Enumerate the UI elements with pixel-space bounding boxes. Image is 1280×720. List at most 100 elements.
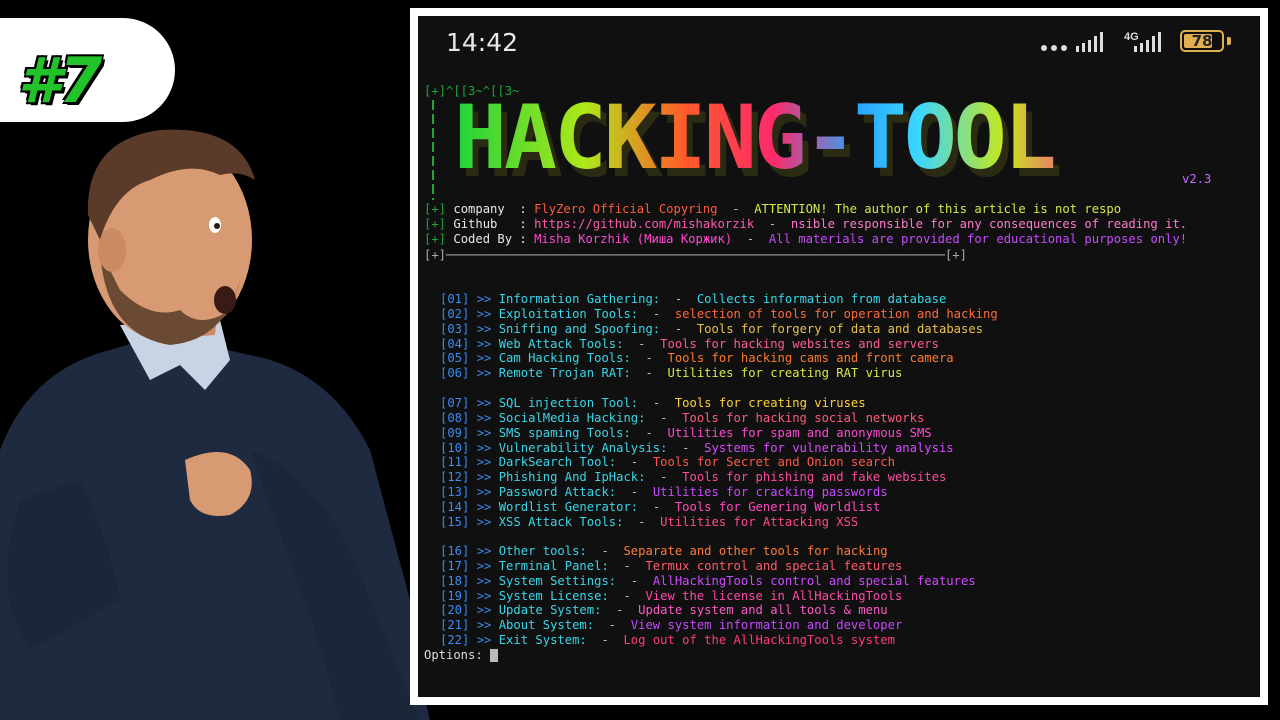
menu-separator: - (638, 396, 675, 410)
menu-description: Update system and all tools & menu (638, 603, 888, 618)
menu-item[interactable]: [13] >> Password Attack: - Utilities for… (440, 485, 888, 500)
menu-item[interactable]: [06] >> Remote Trojan RAT: - Utilities f… (440, 366, 902, 381)
info-line: [+] Github : https://github.com/mishakor… (424, 217, 1187, 232)
info-note: nsible responsible for any consequences … (790, 217, 1188, 231)
menu-arrow: >> (469, 558, 499, 573)
options-prompt[interactable]: Options: (424, 648, 499, 663)
info-key: company : (453, 202, 535, 216)
menu-item[interactable]: [07] >> SQL injection Tool: - Tools for … (440, 396, 866, 411)
banner-border (432, 100, 434, 200)
menu-item[interactable]: [20] >> Update System: - Update system a… (440, 603, 888, 618)
menu-label: Sniffing and Spoofing: (498, 321, 661, 336)
menu-separator: - (645, 470, 683, 485)
menu-item[interactable]: [03] >> Sniffing and Spoofing: - Tools f… (440, 322, 983, 337)
menu-arrow: >> (469, 514, 499, 529)
menu-label: Exploitation Tools: (498, 306, 639, 321)
menu-number: [09] (440, 425, 470, 440)
info-prefix: [+] (424, 202, 454, 216)
menu-description: Tools for Secret and Onion search (652, 455, 895, 470)
menu-description: View the license in AllHackingTools (645, 588, 903, 603)
menu-label: Other tools: (498, 544, 587, 558)
episode-badge: #7 (0, 18, 175, 122)
menu-separator: - (608, 558, 646, 573)
info-prefix: [+] (424, 217, 454, 231)
menu-number: [14] (440, 499, 470, 514)
menu-label: Password Attack: (498, 485, 617, 500)
menu-item[interactable]: [08] >> SocialMedia Hacking: - Tools for… (440, 411, 924, 426)
menu-separator: - (601, 603, 639, 618)
menu-number: [22] (440, 633, 470, 648)
menu-label: Exit System: (498, 633, 587, 648)
info-key: Coded By : (453, 232, 535, 246)
menu-arrow: >> (469, 336, 499, 351)
menu-number: [05] (440, 351, 470, 366)
network-type: 4G (1124, 31, 1139, 43)
menu-item[interactable]: [11] >> DarkSearch Tool: - Tools for Sec… (440, 455, 895, 470)
menu-item[interactable]: [15] >> XSS Attack Tools: - Utilities fo… (440, 515, 858, 530)
menu-item[interactable]: [21] >> About System: - View system info… (440, 618, 902, 633)
menu-number: [10] (440, 440, 470, 455)
menu-separator: - (608, 588, 646, 603)
menu-separator: - (630, 351, 668, 366)
menu-label: Remote Trojan RAT: (498, 366, 631, 381)
menu-separator: - (623, 514, 661, 529)
info-separator: - (754, 217, 791, 231)
surprised-man-illustration (0, 129, 430, 720)
menu-number: [16] (440, 544, 470, 558)
menu-label: Cam Hacking Tools: (498, 351, 631, 366)
menu-item[interactable]: [18] >> System Settings: - AllHackingToo… (440, 574, 976, 589)
menu-description: Collects information from database (696, 292, 947, 306)
info-key: Github : (453, 217, 535, 231)
menu-description: Tools for hacking cams and front camera (667, 351, 954, 366)
menu-label: Wordlist Generator: (498, 499, 639, 514)
menu-label: System Settings: (498, 573, 617, 588)
battery-level: 78 (1191, 32, 1213, 50)
menu-item[interactable]: [02] >> Exploitation Tools: - selection … (440, 307, 998, 322)
menu-arrow: >> (469, 470, 499, 485)
menu-number: [20] (440, 603, 470, 618)
menu-item[interactable]: [16] >> Other tools: - Separate and othe… (440, 544, 888, 559)
menu-number: [01] (440, 292, 470, 306)
menu-label: SMS spaming Tools: (498, 425, 631, 440)
menu-number: [03] (440, 321, 470, 336)
terminal-cursor[interactable] (490, 649, 499, 662)
menu-separator: - (586, 633, 624, 648)
menu-item[interactable]: [17] >> Terminal Panel: - Termux control… (440, 559, 902, 574)
menu-item[interactable]: [14] >> Wordlist Generator: - Tools for … (440, 500, 880, 515)
episode-number: #7 (18, 44, 102, 117)
menu-number: [11] (440, 455, 470, 470)
menu-separator: - (616, 455, 653, 470)
menu-item[interactable]: [19] >> System License: - View the licen… (440, 589, 902, 604)
menu-number: [18] (440, 573, 470, 588)
info-value: Misha Korzhik (Миша Коржик) (534, 232, 733, 246)
menu-separator: - (616, 573, 653, 588)
info-note: ATTENTION! The author of this article is… (754, 202, 1122, 216)
menu-description: Tools for creating viruses (674, 396, 866, 410)
menu-separator: - (616, 485, 653, 500)
menu-item[interactable]: [05] >> Cam Hacking Tools: - Tools for h… (440, 351, 954, 366)
menu-arrow: >> (469, 499, 499, 514)
info-line: [+] Coded By : Misha Korzhik (Миша Коржи… (424, 232, 1187, 247)
menu-item[interactable]: [01] >> Information Gathering: - Collect… (440, 292, 946, 307)
battery-icon: 78 (1180, 30, 1224, 52)
menu-separator: - (623, 336, 661, 351)
menu-label: Vulnerability Analysis: (498, 440, 668, 455)
menu-arrow: >> (469, 573, 499, 588)
menu-item[interactable]: [09] >> SMS spaming Tools: - Utilities f… (440, 426, 932, 441)
menu-separator: - (645, 410, 683, 425)
info-line: [+] company : FlyZero Official Copyring … (424, 202, 1121, 217)
menu-number: [13] (440, 485, 470, 500)
menu-number: [04] (440, 336, 470, 351)
menu-description: Tools for Genering Worldlist (674, 499, 881, 514)
signal-status-icons: 4G (1041, 31, 1161, 52)
menu-description: Tools for forgery of data and databases (696, 321, 984, 336)
menu-item[interactable]: [12] >> Phishing And IpHack: - Tools for… (440, 470, 946, 485)
info-value: https://github.com/mishakorzik (534, 217, 755, 231)
menu-item[interactable]: [22] >> Exit System: - Log out of the Al… (440, 633, 895, 648)
menu-description: View system information and developer (630, 618, 903, 633)
menu-number: [08] (440, 410, 470, 425)
menu-description: Systems for vulnerability analysis (704, 440, 954, 455)
menu-item[interactable]: [04] >> Web Attack Tools: - Tools for ha… (440, 337, 939, 352)
menu-number: [19] (440, 588, 470, 603)
menu-item[interactable]: [10] >> Vulnerability Analysis: - System… (440, 441, 954, 456)
